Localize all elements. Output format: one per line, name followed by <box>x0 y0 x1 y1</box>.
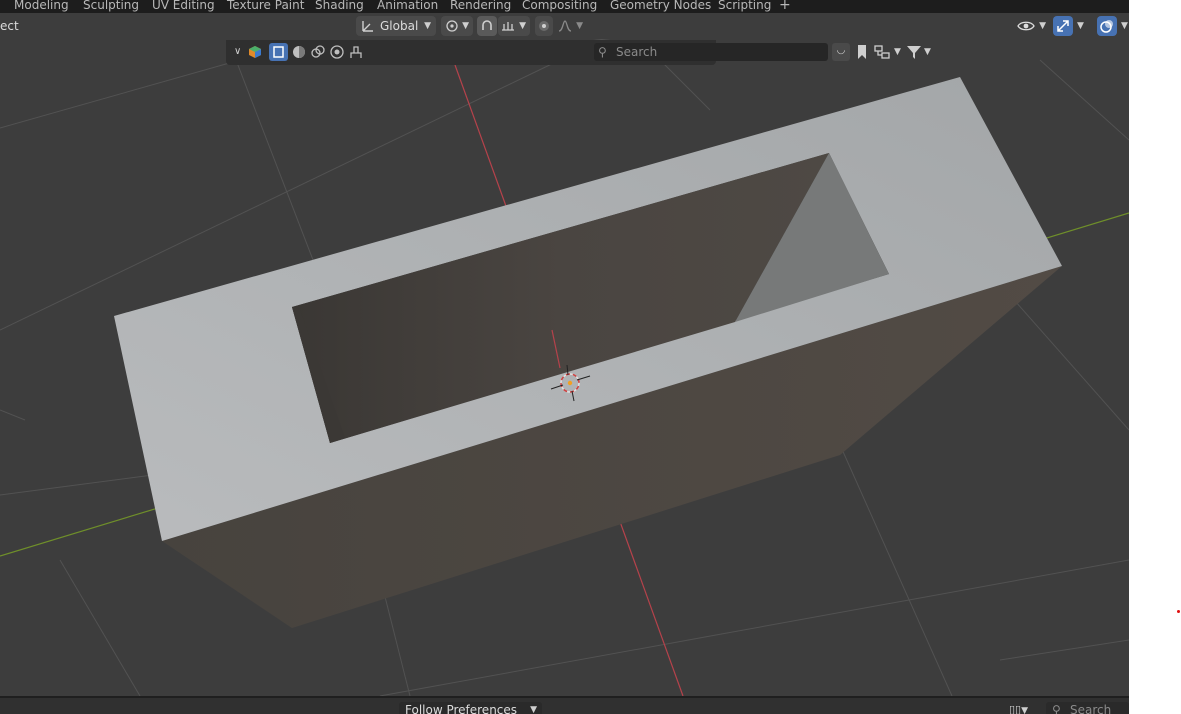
solid-select-button[interactable] <box>269 43 288 61</box>
add-workspace-button[interactable]: + <box>779 0 791 13</box>
chevron-down-icon: ▼ <box>424 21 431 31</box>
chevron-down-icon[interactable]: ▼ <box>894 43 901 61</box>
snap-toggle[interactable] <box>477 16 497 36</box>
chevron-down-icon: ▼ <box>1021 706 1029 714</box>
snap-target-select[interactable]: ▼ <box>498 16 530 36</box>
tab-animation[interactable]: Animation <box>377 0 438 13</box>
chevron-down-icon: ▼ <box>530 705 537 714</box>
tab-compositing[interactable]: Compositing <box>522 0 597 13</box>
render-icon[interactable] <box>310 44 326 60</box>
material-icon[interactable] <box>291 44 307 60</box>
proportional-editing-toggle[interactable] <box>535 16 553 36</box>
chevron-down-icon: ▼ <box>576 21 583 31</box>
preference-select[interactable]: Follow Preferences ▼ <box>399 702 542 714</box>
gizmo-icon <box>1057 20 1069 32</box>
viewport-header: ect Global ▼ ▼ ▼ ▼ ▼ ▼ ▼ <box>0 13 1129 39</box>
tab-sculpting[interactable]: Sculpting <box>83 0 139 13</box>
viewport-canvas[interactable] <box>0 39 1129 696</box>
bottom-search-input[interactable]: ⚲ Search <box>1046 702 1129 714</box>
chevron-down-icon[interactable]: ∨ <box>234 43 241 61</box>
tab-uv-editing[interactable]: UV Editing <box>152 0 215 13</box>
chevron-down-icon: ▼ <box>462 21 469 31</box>
tab-rendering[interactable]: Rendering <box>450 0 511 13</box>
pivot-point-select[interactable]: ▼ <box>441 16 473 36</box>
snap-increment-icon <box>502 22 514 31</box>
brush-icon[interactable] <box>348 44 364 60</box>
pivot-point-icon <box>446 20 458 32</box>
chevron-down-icon[interactable]: ▼ <box>924 43 931 61</box>
workspace-tab-bar: Modeling Sculpting UV Editing Texture Pa… <box>0 0 1129 13</box>
bookmark-icon[interactable] <box>856 44 868 60</box>
preference-select-value: Follow Preferences <box>405 703 518 714</box>
object-mode-label[interactable]: ect <box>0 13 19 39</box>
tab-modeling[interactable]: Modeling <box>14 0 69 13</box>
filter-icon[interactable] <box>906 44 922 60</box>
chevron-down-icon: ▼ <box>1039 21 1046 31</box>
outliner-search-input[interactable]: ⚲ Search <box>594 43 828 61</box>
transform-orientation-icon <box>362 21 373 32</box>
bottom-search-placeholder: Search <box>1070 703 1112 714</box>
falloff-icon <box>558 20 572 32</box>
visibility-select[interactable]: ▼ <box>1015 16 1049 36</box>
blender-window: Modeling Sculpting UV Editing Texture Pa… <box>0 0 1129 714</box>
red-dot-marker <box>1177 610 1180 613</box>
transform-orientation-select[interactable]: Global ▼ <box>356 16 436 36</box>
chevron-down-icon: ▼ <box>519 21 526 31</box>
outliner-filter-bar: ∨ ⚲ Search ◡ ▼ ▼ <box>226 40 931 65</box>
overlay-dropdown-icon[interactable]: ▼ <box>1121 16 1128 36</box>
outliner-search-placeholder: Search <box>616 45 658 59</box>
visibility-icon <box>1017 21 1035 31</box>
tab-scripting[interactable]: Scripting <box>718 0 771 13</box>
display-mode-select[interactable]: ▯▯▼ <box>1009 702 1039 714</box>
gizmo-dropdown-icon[interactable]: ▼ <box>1077 16 1084 36</box>
snap-icon <box>482 20 492 30</box>
falloff-select[interactable]: ▼ <box>555 16 587 36</box>
search-icon: ⚲ <box>1052 703 1061 714</box>
timeline-header: Follow Preferences ▼ ▯▯▼ ⚲ Search <box>0 696 1129 714</box>
transform-orientation-value: Global <box>380 19 419 33</box>
search-icon: ⚲ <box>598 45 607 59</box>
shading-icon[interactable] <box>329 44 345 60</box>
hierarchy-icon[interactable] <box>874 44 890 60</box>
tab-texture-paint[interactable]: Texture Paint <box>227 0 304 13</box>
solid-select-icon <box>273 46 284 58</box>
proportional-editing-icon <box>539 21 549 31</box>
overlay-toggle[interactable] <box>1097 16 1117 36</box>
grid-icon: ▯▯ <box>1009 703 1022 714</box>
3d-viewport[interactable] <box>0 39 1129 696</box>
tab-geometry-nodes[interactable]: Geometry Nodes <box>610 0 711 13</box>
tab-shading[interactable]: Shading <box>315 0 364 13</box>
overlay-icon <box>1100 20 1113 33</box>
gizmo-toggle[interactable] <box>1053 16 1073 36</box>
object-color-icon[interactable] <box>248 45 262 59</box>
search-options-button[interactable]: ◡ <box>832 43 850 61</box>
